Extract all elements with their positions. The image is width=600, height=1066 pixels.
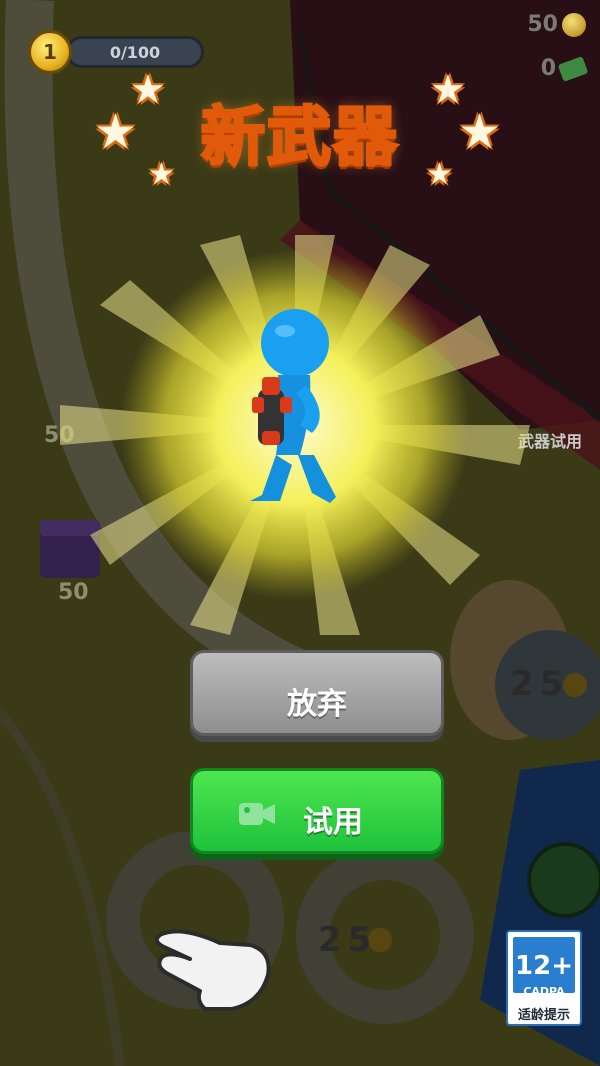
age-rating-number: 12+ (515, 951, 573, 981)
coin-icon (562, 13, 586, 37)
tutorial-hand-icon (154, 929, 271, 1011)
age-rating-box: 12+ CADPA (513, 937, 575, 998)
video-ad-icon (239, 803, 275, 825)
cash-counter: 0 (496, 56, 589, 86)
try-weapon-button[interactable]: 试用 (190, 768, 444, 854)
stickman-character (250, 309, 336, 503)
cash-amount: 0 (540, 56, 556, 81)
world-price-label: 25 (510, 664, 570, 704)
level-number: 1 (43, 40, 57, 64)
coin-counter: 50 (496, 12, 586, 42)
cash-icon (557, 56, 589, 82)
coin-amount: 50 (527, 12, 558, 37)
give-up-button[interactable]: 放弃 (190, 650, 444, 736)
world-price-label: 25 (318, 920, 378, 960)
level-progress-bar: 0/100 (66, 36, 204, 68)
age-rating-hint: 适龄提示 (517, 1008, 570, 1023)
age-rating-org: CADPA (523, 985, 565, 998)
level-progress-text: 0/100 (109, 43, 161, 62)
level-icon: 1 (28, 30, 72, 74)
currency-panel: 50 0 (506, 6, 589, 86)
new-weapon-title: 新武器 (200, 100, 399, 177)
try-label: 试用 (303, 805, 363, 840)
age-rating-badge: 12+ CADPA 适龄提示 (506, 930, 582, 1026)
give-up-label: 放弃 (287, 687, 347, 722)
